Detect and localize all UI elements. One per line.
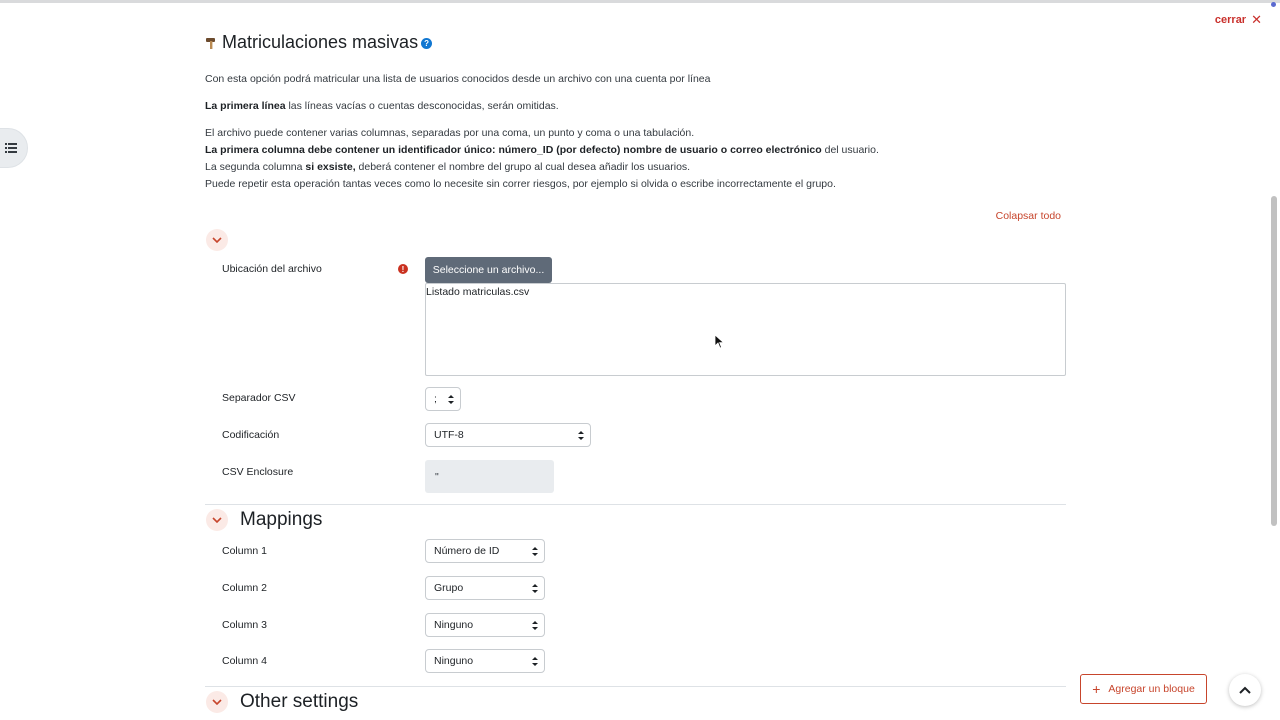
column-3-value: Ninguno bbox=[434, 619, 474, 631]
intro-line-5-bold: si exsiste, bbox=[305, 161, 356, 173]
page-title: Matriculaciones masivas bbox=[222, 32, 419, 52]
enclosure-label: CSV Enclosure bbox=[222, 466, 294, 478]
intro-line-3: El archivo puede contener varias columna… bbox=[205, 127, 695, 139]
intro-line-2-rest: las líneas vacías o cuentas desconocidas… bbox=[285, 100, 559, 112]
column-2-value: Grupo bbox=[434, 582, 464, 594]
intro-line-2-bold: La primera línea bbox=[205, 100, 286, 112]
top-border bbox=[0, 0, 1280, 3]
encoding-select[interactable]: UTF-8 bbox=[425, 423, 591, 447]
scrollbar-thumb[interactable] bbox=[1271, 196, 1277, 526]
column-2-select[interactable]: Grupo bbox=[425, 576, 545, 600]
list-icon bbox=[5, 143, 17, 153]
intro-line-5-pre: La segunda columna bbox=[205, 161, 306, 173]
mappings-title: Mappings bbox=[240, 509, 323, 530]
file-location-label: Ubicación del archivo bbox=[222, 263, 322, 275]
other-settings-title: Other settings bbox=[240, 691, 359, 712]
encoding-value: UTF-8 bbox=[434, 429, 464, 441]
intro-line-1: Con esta opción podrá matricular una lis… bbox=[205, 73, 711, 85]
column-1-select[interactable]: Número de ID bbox=[425, 539, 545, 563]
other-settings-header[interactable]: Other settings bbox=[206, 691, 358, 713]
caret-updown-icon bbox=[532, 621, 538, 630]
close-icon: ✕ bbox=[1251, 12, 1262, 27]
caret-updown-icon bbox=[448, 395, 454, 404]
column-1-value: Número de ID bbox=[434, 545, 500, 557]
separator-value: ; bbox=[434, 393, 437, 405]
column-2-label: Column 2 bbox=[222, 582, 267, 594]
mappings-header[interactable]: Mappings bbox=[206, 509, 322, 531]
page-heading: Matriculaciones masivas ? bbox=[205, 32, 433, 53]
column-4-select[interactable]: Ninguno bbox=[425, 649, 545, 673]
intro-line-5: La segunda columna si exsiste, deberá co… bbox=[205, 161, 690, 173]
intro-line-5-rest: deberá contener el nombre del grupo al c… bbox=[355, 161, 691, 173]
file-section-toggle[interactable] bbox=[206, 229, 228, 251]
section-divider bbox=[205, 504, 1066, 505]
selected-file-name[interactable]: Listado matriculas.csv bbox=[426, 286, 529, 298]
intro-line-4-rest: del usuario. bbox=[821, 144, 879, 156]
collapse-all-link[interactable]: Colapsar todo bbox=[996, 210, 1061, 222]
file-dropzone[interactable]: Listado matriculas.csv bbox=[425, 283, 1066, 376]
intro-line-4-bold: La primera columna debe contener un iden… bbox=[205, 144, 822, 156]
column-4-label: Column 4 bbox=[222, 655, 267, 667]
column-3-label: Column 3 bbox=[222, 619, 267, 631]
indicator-dot bbox=[1271, 2, 1276, 7]
caret-updown-icon bbox=[532, 547, 538, 556]
mouse-cursor-icon bbox=[715, 335, 724, 349]
mappings-toggle[interactable] bbox=[206, 509, 228, 531]
hammer-icon bbox=[206, 37, 215, 49]
chevron-down-icon bbox=[212, 699, 222, 705]
enclosure-input[interactable]: " bbox=[425, 460, 554, 493]
chevron-down-icon bbox=[212, 517, 222, 523]
column-3-select[interactable]: Ninguno bbox=[425, 613, 545, 637]
column-4-value: Ninguno bbox=[434, 655, 474, 667]
separator-label: Separador CSV bbox=[222, 392, 296, 404]
add-block-label: Agregar un bloque bbox=[1108, 683, 1195, 695]
plus-icon: + bbox=[1092, 681, 1101, 697]
column-1-label: Column 1 bbox=[222, 545, 267, 557]
caret-updown-icon bbox=[532, 584, 538, 593]
caret-updown-icon bbox=[578, 431, 584, 440]
separator-select[interactable]: ; bbox=[425, 387, 461, 411]
add-block-button[interactable]: + Agregar un bloque bbox=[1080, 674, 1207, 704]
choose-file-button[interactable]: Seleccione un archivo... bbox=[425, 257, 552, 283]
encoding-label: Codificación bbox=[222, 429, 280, 441]
chevron-down-icon bbox=[212, 237, 222, 243]
error-icon: ! bbox=[398, 264, 408, 274]
chevron-up-icon bbox=[1239, 686, 1251, 694]
section-divider bbox=[205, 686, 1066, 687]
intro-line-6: Puede repetir esta operación tantas vece… bbox=[205, 178, 836, 190]
close-link[interactable]: cerrar ✕ bbox=[1215, 12, 1262, 28]
drawer-toggle-button[interactable] bbox=[0, 128, 28, 168]
other-settings-toggle[interactable] bbox=[206, 691, 228, 713]
scroll-to-top-button[interactable] bbox=[1229, 674, 1261, 706]
caret-updown-icon bbox=[532, 657, 538, 666]
intro-line-2: La primera línea las líneas vacías o cue… bbox=[205, 100, 559, 112]
help-icon[interactable]: ? bbox=[421, 38, 433, 49]
intro-line-4: La primera columna debe contener un iden… bbox=[205, 144, 879, 156]
close-label: cerrar bbox=[1214, 14, 1247, 26]
